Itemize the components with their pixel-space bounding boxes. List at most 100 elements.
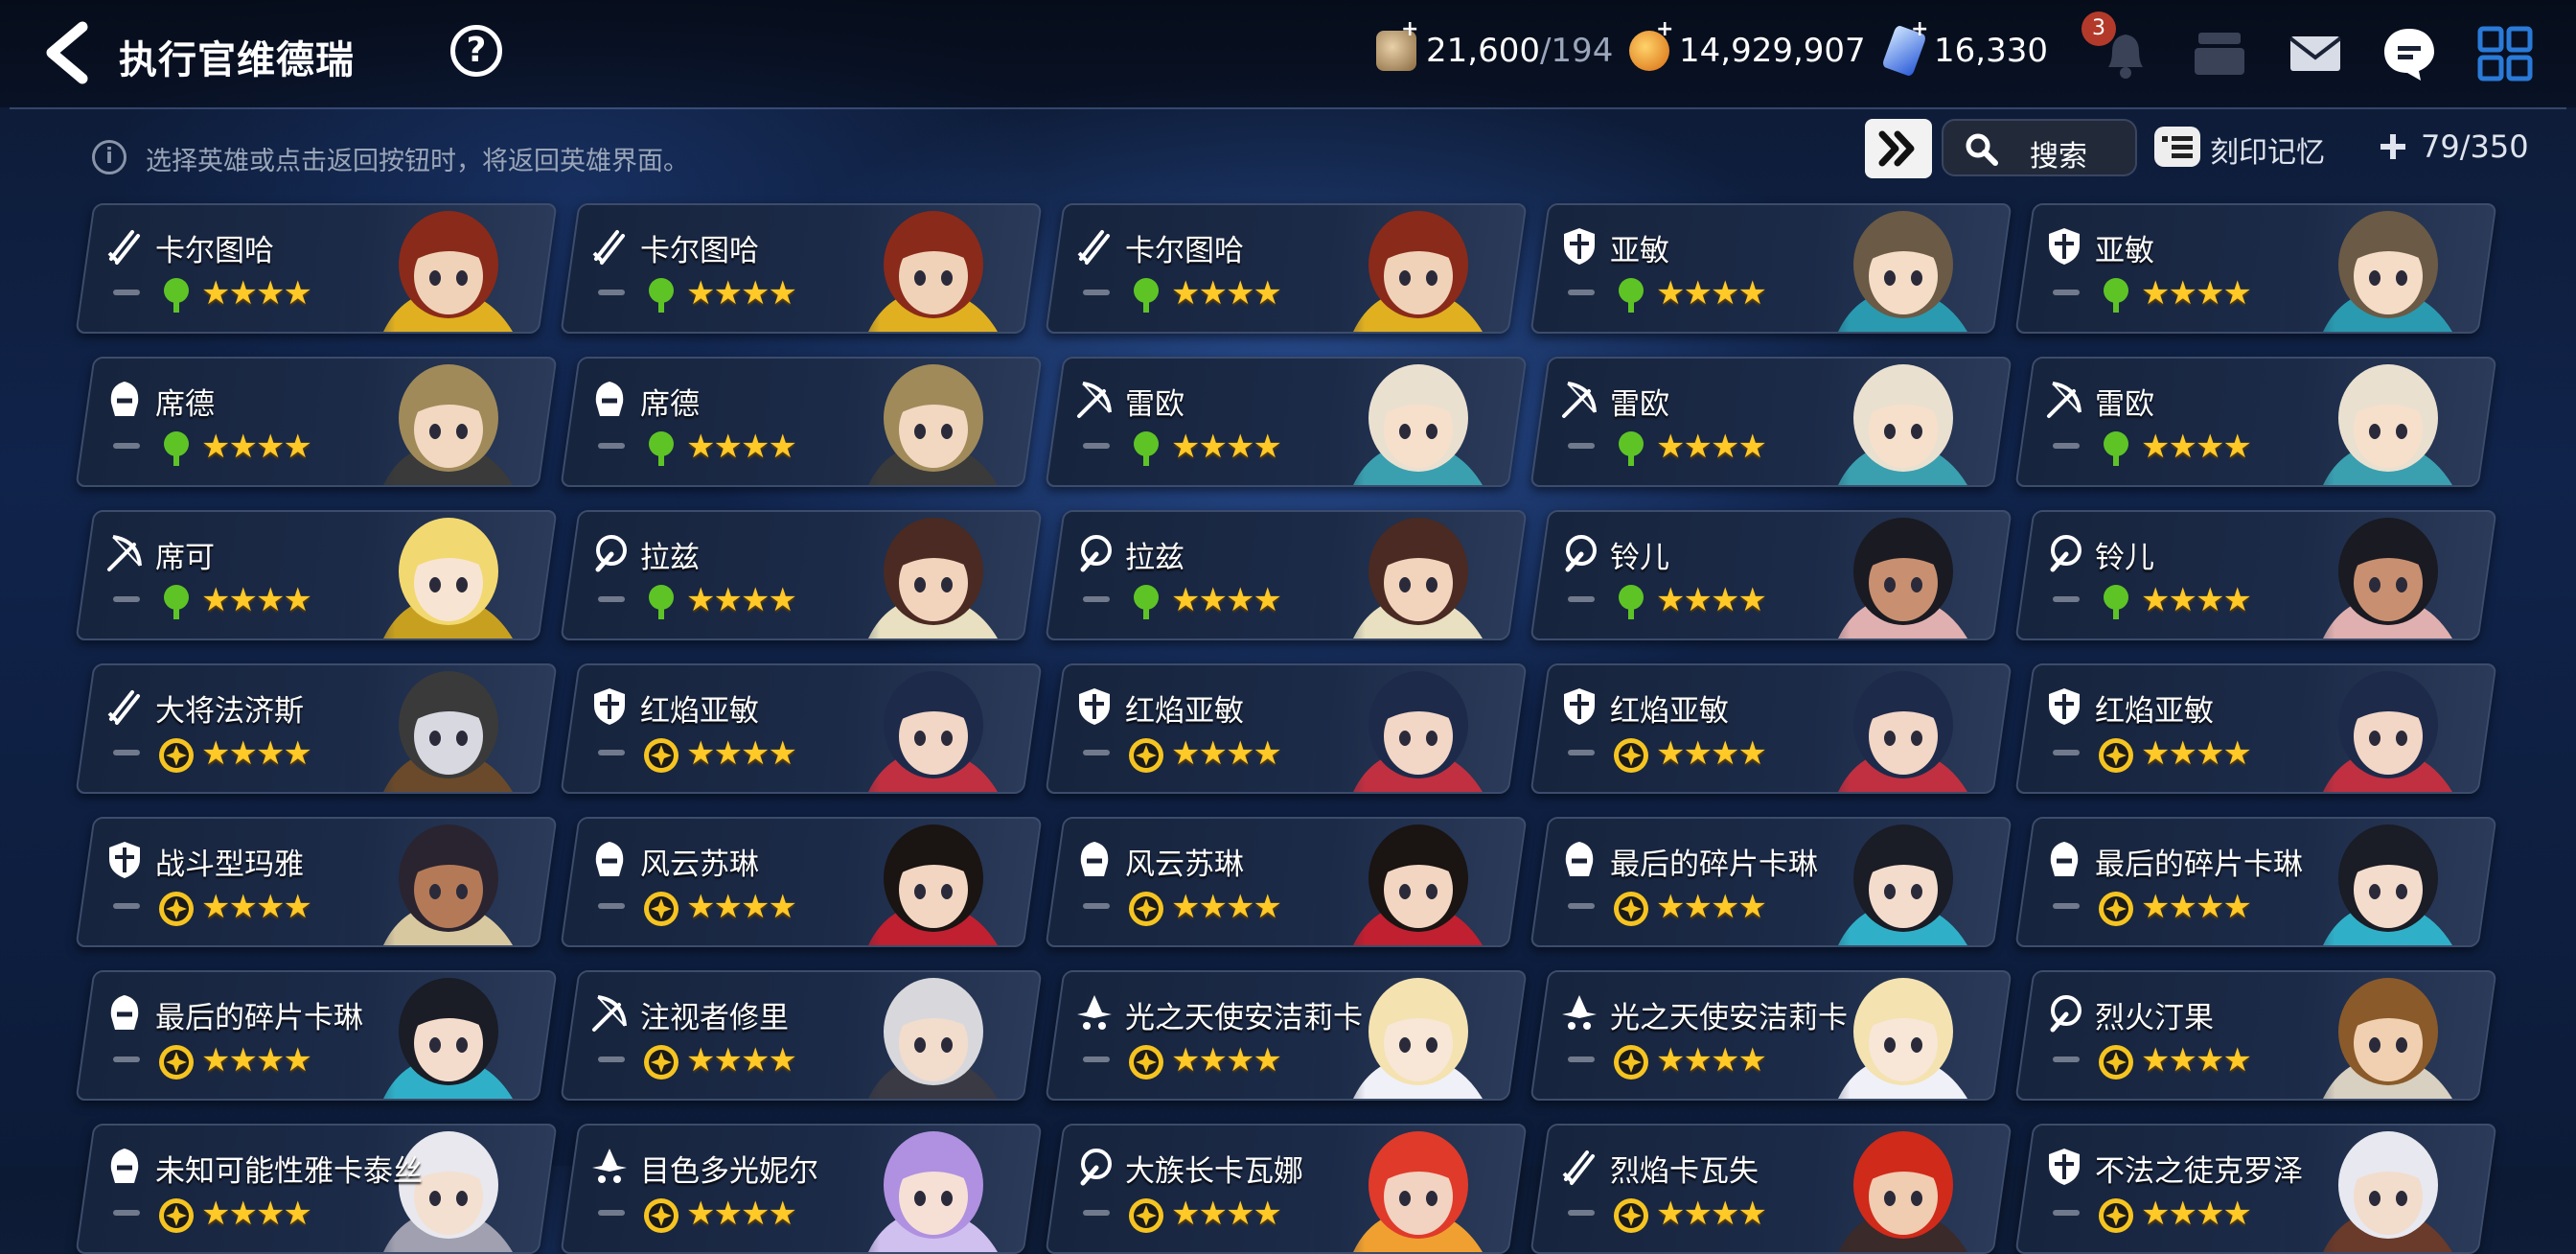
hero-card[interactable]: 红焰亚敏 ★★★★ <box>560 663 1043 794</box>
hero-card[interactable]: 拉兹 ★★★★ <box>560 510 1043 640</box>
hero-card[interactable]: 席德 ★★★★ <box>75 357 558 487</box>
level-dash <box>113 1210 140 1216</box>
light-attribute-icon <box>1614 892 1648 926</box>
hero-card[interactable]: 未知可能性雅卡泰丝 ★★★★ <box>75 1124 558 1254</box>
hero-card[interactable]: 铃儿 ★★★★ <box>2014 510 2497 640</box>
earth-attribute-icon <box>164 585 189 619</box>
hero-portrait <box>345 512 546 639</box>
hero-card[interactable]: 亚敏 ★★★★ <box>2014 203 2497 334</box>
hero-card[interactable]: 最后的碎片卡琳 ★★★★ <box>1530 817 2012 947</box>
earth-attribute-icon <box>1134 431 1159 466</box>
hero-name: 风云苏琳 <box>640 848 759 882</box>
level-dash <box>2053 1057 2080 1062</box>
light-attribute-icon <box>159 1045 194 1080</box>
hero-portrait <box>1800 665 2001 792</box>
light-attribute-icon <box>1129 892 1163 926</box>
hero-card[interactable]: 烈火汀果 ★★★★ <box>2014 970 2497 1101</box>
hero-card[interactable]: 光之天使安洁莉卡 ★★★★ <box>1045 970 1528 1101</box>
star-rating: ★★★★ <box>2141 1041 2250 1080</box>
hero-card[interactable]: 光之天使安洁莉卡 ★★★★ <box>1530 970 2012 1101</box>
hero-card[interactable]: 风云苏琳 ★★★★ <box>560 817 1043 947</box>
hero-card[interactable]: 烈焰卡瓦失 ★★★★ <box>1530 1124 2012 1254</box>
hero-card-content: 烈焰卡瓦失 ★★★★ <box>1541 1126 2001 1252</box>
star-rating: ★★★★ <box>1171 274 1280 313</box>
hero-card[interactable]: 席可 ★★★★ <box>75 510 558 640</box>
hero-name: 目色多光妮尔 <box>640 1154 818 1189</box>
star-rating: ★★★★ <box>2141 1195 2250 1233</box>
hero-card-content: 不法之徒克罗泽 ★★★★ <box>2026 1126 2486 1252</box>
star-rating: ★★★★ <box>201 888 310 926</box>
hero-name: 最后的碎片卡琳 <box>155 1001 363 1035</box>
hero-portrait <box>830 665 1031 792</box>
hero-card[interactable]: 目色多光妮尔 ★★★★ <box>560 1124 1043 1254</box>
star-rating: ★★★★ <box>2141 428 2250 466</box>
hero-card[interactable]: 注视者修里 ★★★★ <box>560 970 1043 1101</box>
hero-portrait <box>345 972 546 1099</box>
level-dash <box>598 290 625 295</box>
thief-class-icon <box>2050 842 2079 876</box>
level-dash <box>113 596 140 602</box>
hero-portrait <box>2285 359 2486 485</box>
hero-card[interactable]: 最后的碎片卡琳 ★★★★ <box>75 970 558 1101</box>
hero-card[interactable]: 铃儿 ★★★★ <box>1530 510 2012 640</box>
hero-card[interactable]: 红焰亚敏 ★★★★ <box>2014 663 2497 794</box>
hero-name: 雷欧 <box>1610 387 1669 422</box>
hero-name: 席德 <box>640 387 700 422</box>
hero-name: 铃儿 <box>1610 541 1669 575</box>
hero-card-content: 席德 ★★★★ <box>86 359 546 485</box>
hero-card-content: 最后的碎片卡琳 ★★★★ <box>2026 819 2486 945</box>
hero-card[interactable]: 红焰亚敏 ★★★★ <box>1530 663 2012 794</box>
mage-class-icon <box>1565 535 1597 572</box>
hero-card[interactable]: 卡尔图哈 ★★★★ <box>1045 203 1528 334</box>
hero-portrait <box>1315 359 1516 485</box>
light-attribute-icon <box>159 892 194 926</box>
hero-card[interactable]: 不法之徒克罗泽 ★★★★ <box>2014 1124 2497 1254</box>
star-rating: ★★★★ <box>1171 1041 1280 1080</box>
hero-card[interactable]: 卡尔图哈 ★★★★ <box>560 203 1043 334</box>
ranger-class-icon <box>1562 382 1597 418</box>
thief-class-icon <box>110 1149 139 1183</box>
level-dash <box>2053 443 2080 449</box>
hero-card[interactable]: 亚敏 ★★★★ <box>1530 203 2012 334</box>
hero-card[interactable]: 战斗型玛雅 ★★★★ <box>75 817 558 947</box>
knight-class-icon <box>109 842 140 878</box>
light-attribute-icon <box>644 892 678 926</box>
hero-name: 注视者修里 <box>640 1001 789 1035</box>
level-dash <box>598 596 625 602</box>
hero-card[interactable]: 卡尔图哈 ★★★★ <box>75 203 558 334</box>
hero-portrait <box>2285 512 2486 639</box>
hero-card[interactable]: 雷欧 ★★★★ <box>1045 357 1528 487</box>
star-rating: ★★★★ <box>201 1195 310 1233</box>
hero-portrait <box>830 1126 1031 1252</box>
light-attribute-icon <box>1614 1198 1648 1233</box>
hero-card[interactable]: 红焰亚敏 ★★★★ <box>1045 663 1528 794</box>
hero-card[interactable]: 大将法济斯 ★★★★ <box>75 663 558 794</box>
mage-class-icon <box>1080 1149 1112 1186</box>
hero-card-content: 亚敏 ★★★★ <box>2026 205 2486 332</box>
hero-card-content: 风云苏琳 ★★★★ <box>571 819 1031 945</box>
hero-card-content: 拉兹 ★★★★ <box>571 512 1031 639</box>
hero-portrait <box>830 819 1031 945</box>
warrior-class-icon <box>107 230 140 265</box>
hero-card[interactable]: 风云苏琳 ★★★★ <box>1045 817 1528 947</box>
hero-card-content: 席可 ★★★★ <box>86 512 546 639</box>
hero-portrait <box>345 819 546 945</box>
hero-portrait <box>345 359 546 485</box>
hero-card[interactable]: 拉兹 ★★★★ <box>1045 510 1528 640</box>
hero-name: 红焰亚敏 <box>1125 694 1244 729</box>
hero-card[interactable]: 雷欧 ★★★★ <box>1530 357 2012 487</box>
hero-card-content: 战斗型玛雅 ★★★★ <box>86 819 546 945</box>
earth-attribute-icon <box>2104 431 2128 466</box>
hero-card-content: 亚敏 ★★★★ <box>1541 205 2001 332</box>
hero-portrait <box>1800 205 2001 332</box>
hero-portrait <box>345 205 546 332</box>
hero-card[interactable]: 最后的碎片卡琳 ★★★★ <box>2014 817 2497 947</box>
hero-portrait <box>2285 205 2486 332</box>
hero-portrait <box>1315 205 1516 332</box>
hero-portrait <box>2285 1126 2486 1252</box>
hero-name: 雷欧 <box>1125 387 1184 422</box>
hero-card[interactable]: 雷欧 ★★★★ <box>2014 357 2497 487</box>
hero-card[interactable]: 席德 ★★★★ <box>560 357 1043 487</box>
hero-name: 不法之徒克罗泽 <box>2095 1154 2303 1189</box>
hero-card[interactable]: 大族长卡瓦娜 ★★★★ <box>1045 1124 1528 1254</box>
